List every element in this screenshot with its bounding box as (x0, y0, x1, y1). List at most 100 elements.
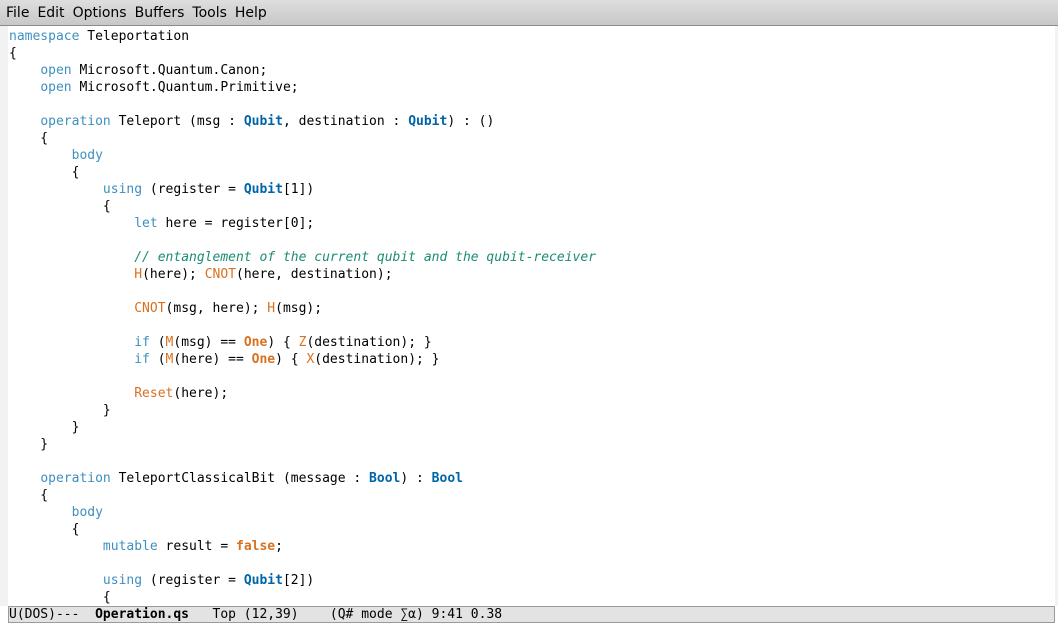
modeline-mode[interactable]: (Q# mode ∑α) (330, 607, 424, 622)
keyword-token: namespace (9, 29, 80, 44)
code-line[interactable]: } (9, 419, 596, 436)
modeline-prefix: U(DOS)--- (9, 607, 96, 622)
code-line[interactable]: if (M(here) == One) { X(destination); } (9, 351, 596, 368)
menu-buffers[interactable]: Buffers (131, 0, 189, 26)
code-text: (msg); (275, 301, 323, 316)
code-text: TeleportClassicalBit (message : (110, 471, 370, 486)
code-area[interactable]: namespace Teleportation{ open Microsoft.… (9, 28, 596, 606)
code-line[interactable]: { (9, 589, 596, 606)
code-text: (here); (142, 267, 205, 282)
code-text: (destination); } (306, 335, 432, 350)
keyword-token: if (134, 352, 150, 367)
code-line[interactable]: } (9, 402, 596, 419)
constant-token: One (243, 335, 268, 350)
code-line[interactable]: operation TeleportClassicalBit (message … (9, 470, 596, 487)
constant-token: One (251, 352, 276, 367)
code-line[interactable]: body (9, 504, 596, 521)
menu-help[interactable]: Help (231, 0, 271, 26)
code-line[interactable]: Reset(here); (9, 385, 596, 402)
code-line[interactable]: mutable result = false; (9, 538, 596, 555)
function-token: H (267, 301, 276, 316)
code-line[interactable] (9, 368, 596, 385)
keyword-token: operation (40, 114, 111, 129)
code-line[interactable] (9, 453, 596, 470)
keyword-token: open (40, 80, 72, 95)
keyword-token: body (71, 505, 103, 520)
function-token: CNOT (134, 301, 166, 316)
code-text: Teleportation (79, 29, 190, 44)
code-text: } (9, 420, 80, 435)
code-text: ) : (400, 471, 432, 486)
function-token: H (134, 267, 143, 282)
type-token: Bool (431, 471, 463, 486)
comment-token: // entanglement of the current qubit and… (134, 250, 597, 265)
code-line[interactable]: { (9, 45, 596, 62)
code-line[interactable]: H(here); CNOT(here, destination); (9, 266, 596, 283)
code-text: result = (157, 539, 236, 554)
type-token: Qubit (243, 182, 283, 197)
left-fringe (0, 26, 8, 606)
code-text: { (9, 522, 80, 537)
code-text: } (9, 403, 111, 418)
type-token: Bool (369, 471, 401, 486)
code-line[interactable]: body (9, 147, 596, 164)
code-line[interactable]: { (9, 487, 596, 504)
code-line[interactable]: namespace Teleportation (9, 28, 596, 45)
code-text: ( (149, 335, 166, 350)
code-line[interactable]: { (9, 164, 596, 181)
code-text: (here) == (173, 352, 252, 367)
keyword-token: let (134, 216, 158, 231)
modeline-time-load: 9:41 0.38 (423, 607, 503, 622)
code-line[interactable]: { (9, 130, 596, 147)
menu-edit[interactable]: Edit (33, 0, 68, 26)
modeline-buffer-name[interactable]: Operation.qs (95, 607, 189, 622)
code-line[interactable]: let here = register[0]; (9, 215, 596, 232)
code-text: { (9, 165, 80, 180)
code-line[interactable]: } (9, 436, 596, 453)
code-line[interactable]: { (9, 198, 596, 215)
code-line[interactable]: using (register = Qubit[1]) (9, 181, 596, 198)
code-line[interactable]: // entanglement of the current qubit and… (9, 249, 596, 266)
code-line[interactable]: CNOT(msg, here); H(msg); (9, 300, 596, 317)
editor-buffer[interactable]: namespace Teleportation{ open Microsoft.… (0, 26, 1058, 606)
menu-tools[interactable]: Tools (188, 0, 231, 26)
code-line[interactable]: open Microsoft.Quantum.Primitive; (9, 79, 596, 96)
code-text: ) : () (447, 114, 495, 129)
code-text: (here); (173, 386, 229, 401)
type-token: Qubit (243, 573, 283, 588)
code-text: (here, destination); (236, 267, 393, 282)
code-line[interactable] (9, 283, 596, 300)
menu-options[interactable]: Options (69, 0, 131, 26)
code-line[interactable]: { (9, 521, 596, 538)
code-text: (register = (142, 573, 244, 588)
code-text: { (9, 131, 49, 146)
code-text: ) { (267, 335, 299, 350)
code-line[interactable]: using (register = Qubit[2]) (9, 572, 596, 589)
keyword-token: operation (40, 471, 111, 486)
code-line[interactable]: if (M(msg) == One) { Z(destination); } (9, 334, 596, 351)
code-text: Microsoft.Quantum.Primitive; (71, 80, 299, 95)
code-line[interactable] (9, 232, 596, 249)
code-text: , destination : (282, 114, 409, 129)
code-line[interactable]: open Microsoft.Quantum.Canon; (9, 62, 596, 79)
keyword-token: if (134, 335, 150, 350)
code-line[interactable] (9, 317, 596, 334)
mode-line[interactable]: U(DOS)--- Operation.qs Top (12,39) (Q# m… (8, 606, 1055, 623)
minibuffer[interactable] (0, 623, 1058, 641)
code-text: (msg) == (173, 335, 244, 350)
type-token: Qubit (408, 114, 448, 129)
code-line[interactable] (9, 96, 596, 113)
code-text: here = register[0]; (157, 216, 315, 231)
menu-file[interactable]: File (2, 0, 33, 26)
code-text: { (9, 590, 111, 605)
code-line[interactable] (9, 555, 596, 572)
code-line[interactable]: operation Teleport (msg : Qubit, destina… (9, 113, 596, 130)
modeline-position: Top (12,39) (189, 607, 330, 622)
constant-token: false (236, 539, 276, 554)
